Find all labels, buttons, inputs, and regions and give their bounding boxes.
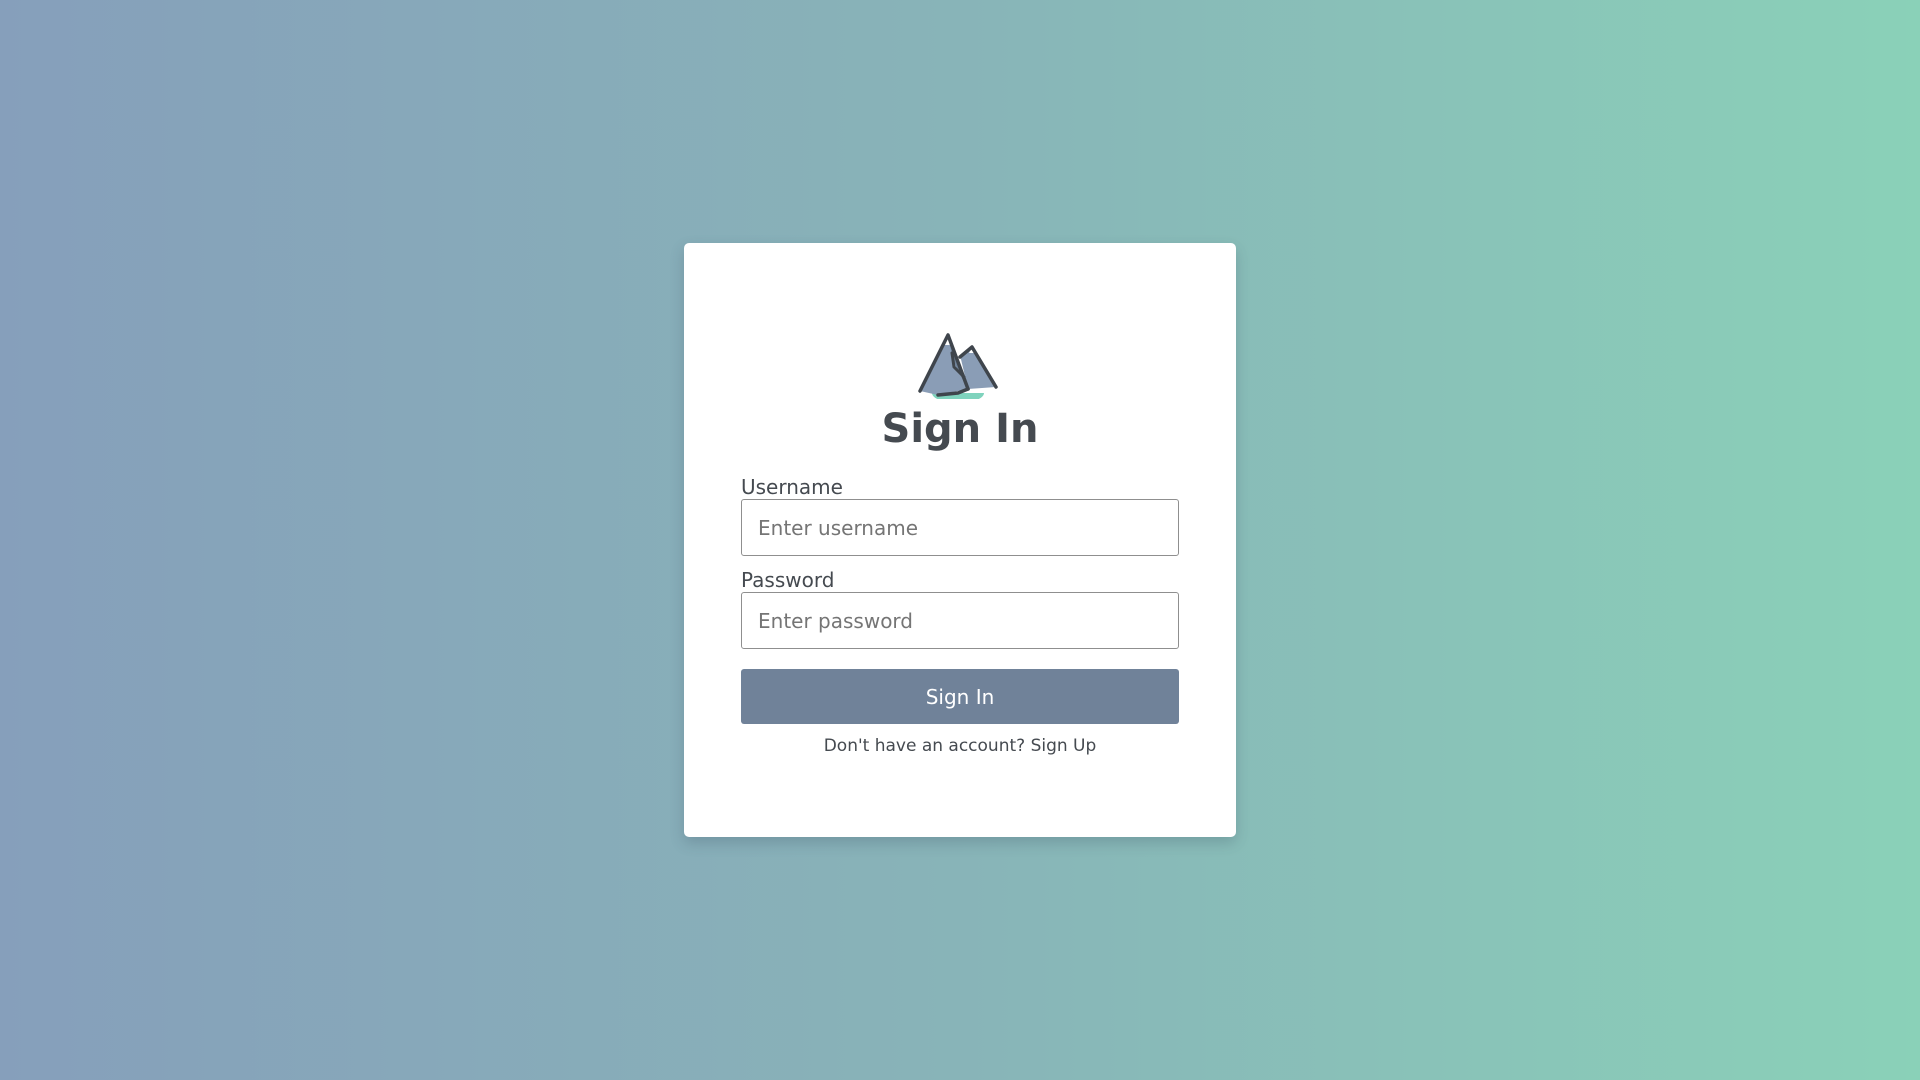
page-title: Sign In — [881, 406, 1039, 452]
password-label: Password — [741, 568, 835, 592]
sign-up-prompt-text: Don't have an account? — [823, 736, 1026, 756]
username-label: Username — [741, 475, 843, 499]
sign-up-prompt: Don't have an account? Sign Up — [684, 734, 1236, 758]
mountain-logo-icon — [918, 333, 998, 399]
sign-in-card: Sign In Username Password Sign In Don't … — [684, 243, 1236, 837]
sign-up-link[interactable]: Sign Up — [1031, 736, 1097, 756]
sign-in-button[interactable]: Sign In — [741, 669, 1179, 724]
username-input[interactable] — [741, 499, 1179, 556]
password-input[interactable] — [741, 592, 1179, 649]
